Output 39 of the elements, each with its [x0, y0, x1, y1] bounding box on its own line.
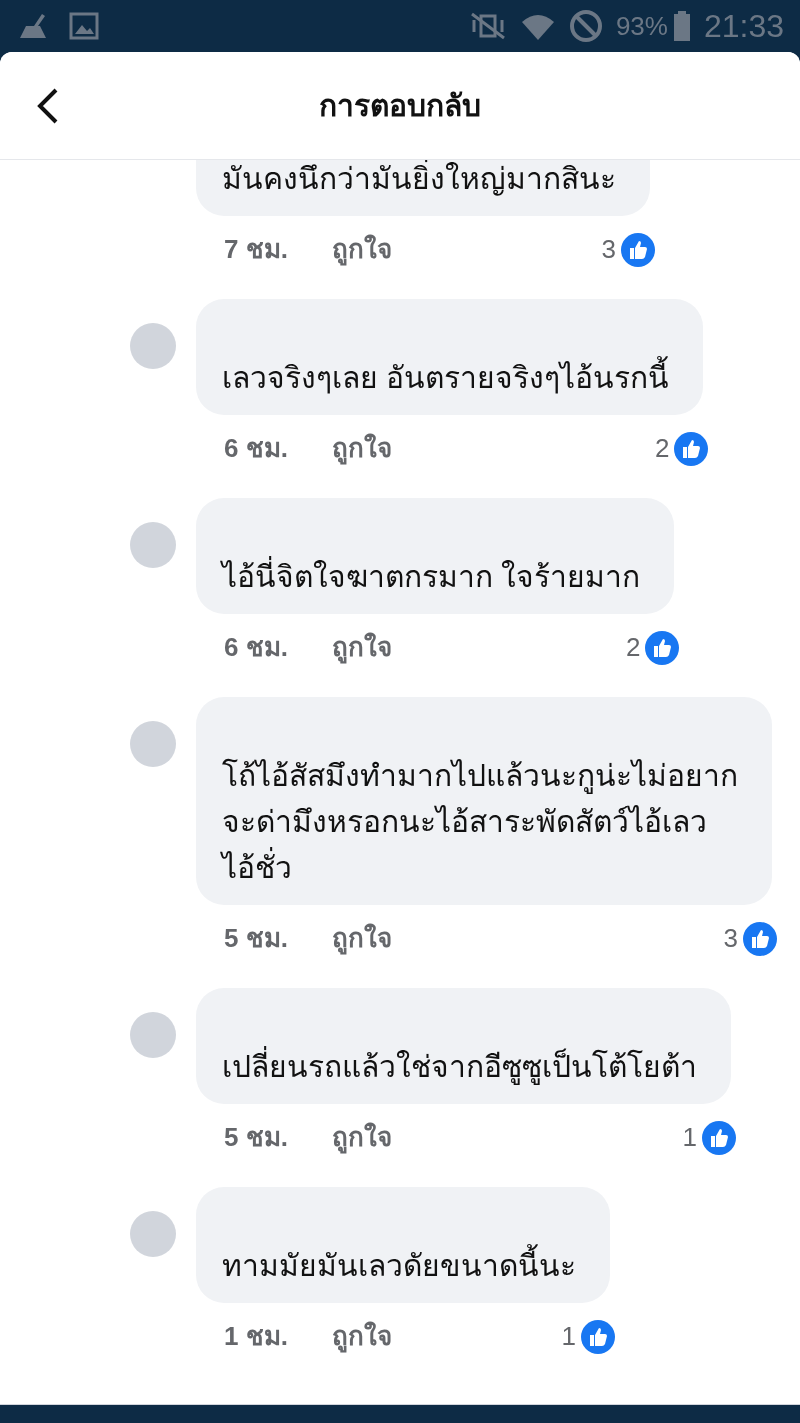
- comment-bubble: โถ้ไอ้สัสมึงทำมากไปแล้วนะกูน่ะไม่อยากจะด่ามึงหรอกนะไอ้สาระพัดสัตว์ไอ้เลวไอ้ชั่ว: [196, 697, 772, 905]
- like-link[interactable]: ถูกใจ: [331, 1118, 392, 1157]
- battery-icon: [671, 10, 692, 42]
- thumbs-up-icon: [580, 1318, 616, 1355]
- avatar[interactable]: [130, 1012, 176, 1058]
- like-count: 2: [654, 432, 670, 465]
- thumbs-up-icon: [620, 231, 656, 268]
- comment-bubble: ทามมัยมันเลวดัยขนาดนี้นะ: [196, 1187, 610, 1303]
- comment-bubble: เลวจริงๆเลย อันตรายจริงๆไอ้นรกนี้: [196, 299, 704, 415]
- comment-bubble: เปลี่ยนรถแล้วใช่จากอีซูซูเป็นโต้โยต้า: [196, 988, 731, 1104]
- thumbs-up-icon: [701, 1119, 737, 1156]
- comment-time: 7 ชม.: [224, 233, 288, 266]
- battery-percent: 93%: [615, 9, 668, 43]
- avatar[interactable]: [130, 323, 176, 369]
- like-count: 1: [561, 1320, 576, 1353]
- comment-time: 1 ชม.: [224, 1320, 288, 1353]
- like-link[interactable]: ถูกใจ: [331, 230, 392, 269]
- like-count: 2: [625, 631, 641, 664]
- blocked-icon: [567, 8, 604, 44]
- avatar[interactable]: [130, 522, 176, 568]
- like-link[interactable]: ถูกใจ: [331, 429, 392, 468]
- like-count: 1: [682, 1121, 697, 1154]
- like-count: 3: [723, 922, 738, 955]
- avatar[interactable]: [130, 1211, 176, 1257]
- thumbs-up-icon: [742, 920, 778, 957]
- comment-bubble: ไอ้นี่จิตใจฆาตกรมาก ใจร้ายมาก: [196, 498, 675, 614]
- like-link[interactable]: ถูกใจ: [331, 919, 392, 958]
- like-link[interactable]: ถูกใจ: [331, 628, 392, 667]
- comment-time: 5 ชม.: [224, 922, 288, 955]
- image-icon: [68, 10, 100, 42]
- like-count: 3: [601, 233, 616, 266]
- clock: 21:33: [703, 7, 784, 46]
- comment-time: 6 ชม.: [224, 631, 288, 664]
- thumbs-up-icon: [644, 629, 681, 666]
- comment-time: 6 ชม.: [224, 432, 288, 465]
- thumbs-up-icon: [673, 430, 710, 467]
- comment-time: 5 ชม.: [224, 1121, 288, 1154]
- like-link[interactable]: ถูกใจ: [331, 1317, 392, 1356]
- avatar[interactable]: [130, 721, 176, 767]
